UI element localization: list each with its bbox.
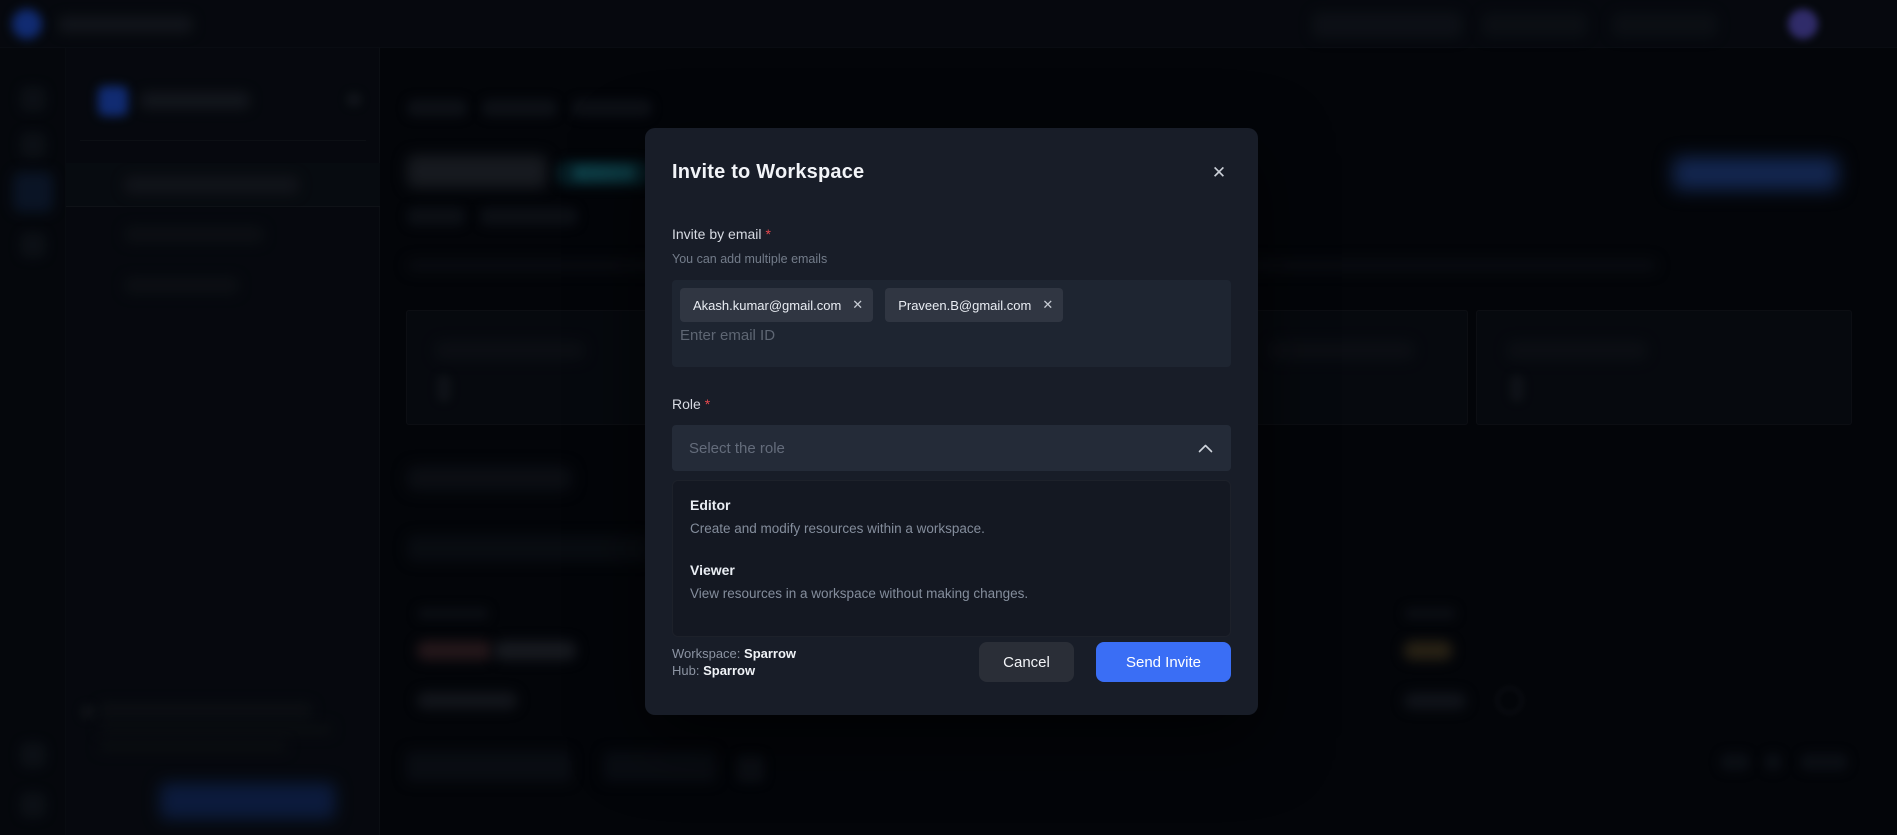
role-select[interactable]: Select the role xyxy=(672,425,1231,471)
role-select-placeholder: Select the role xyxy=(689,440,785,457)
modal-footer: Workspace: Sparrow Hub: Sparrow Cancel S… xyxy=(672,642,1231,682)
hub-value: Sparrow xyxy=(703,663,755,678)
role-option-editor[interactable]: Editor Create and modify resources withi… xyxy=(690,495,1213,550)
role-option-name: Editor xyxy=(690,497,1213,513)
modal-title: Invite to Workspace xyxy=(672,161,864,184)
chip-remove-icon[interactable]: ✕ xyxy=(852,297,863,313)
email-chip-text: Praveen.B@gmail.com xyxy=(898,298,1031,313)
close-icon[interactable]: ✕ xyxy=(1204,158,1234,188)
email-field-helper: You can add multiple emails xyxy=(672,252,827,266)
email-field-label-text: Invite by email xyxy=(672,226,761,242)
role-field-label: Role* xyxy=(672,396,710,412)
email-input[interactable] xyxy=(680,327,1223,344)
role-field-label-text: Role xyxy=(672,396,701,412)
workspace-value: Sparrow xyxy=(744,646,796,661)
workspace-label: Workspace: xyxy=(672,646,740,661)
email-chip-list: Akash.kumar@gmail.com ✕ Praveen.B@gmail.… xyxy=(680,288,1223,322)
role-option-description: Create and modify resources within a wor… xyxy=(690,521,1213,536)
chevron-up-icon xyxy=(1198,444,1213,453)
role-option-description: View resources in a workspace without ma… xyxy=(690,586,1213,601)
send-invite-button[interactable]: Send Invite xyxy=(1096,642,1231,682)
required-asterisk: * xyxy=(705,396,710,412)
email-field-label: Invite by email* xyxy=(672,226,771,242)
app-screen: Invite to Workspace ✕ Invite by email* Y… xyxy=(0,0,1897,835)
email-chip: Akash.kumar@gmail.com ✕ xyxy=(680,288,873,322)
email-chip-text: Akash.kumar@gmail.com xyxy=(693,298,841,313)
chip-remove-icon[interactable]: ✕ xyxy=(1042,297,1053,313)
workspace-context: Workspace: Sparrow Hub: Sparrow xyxy=(672,645,796,679)
email-input-container[interactable]: Akash.kumar@gmail.com ✕ Praveen.B@gmail.… xyxy=(672,280,1231,367)
role-option-viewer[interactable]: Viewer View resources in a workspace wit… xyxy=(690,550,1213,615)
hub-label: Hub: xyxy=(672,663,699,678)
email-chip: Praveen.B@gmail.com ✕ xyxy=(885,288,1063,322)
required-asterisk: * xyxy=(765,226,770,242)
role-dropdown-panel: Editor Create and modify resources withi… xyxy=(672,480,1231,637)
cancel-button[interactable]: Cancel xyxy=(979,642,1074,682)
invite-to-workspace-modal: Invite to Workspace ✕ Invite by email* Y… xyxy=(645,128,1258,715)
role-option-name: Viewer xyxy=(690,562,1213,578)
